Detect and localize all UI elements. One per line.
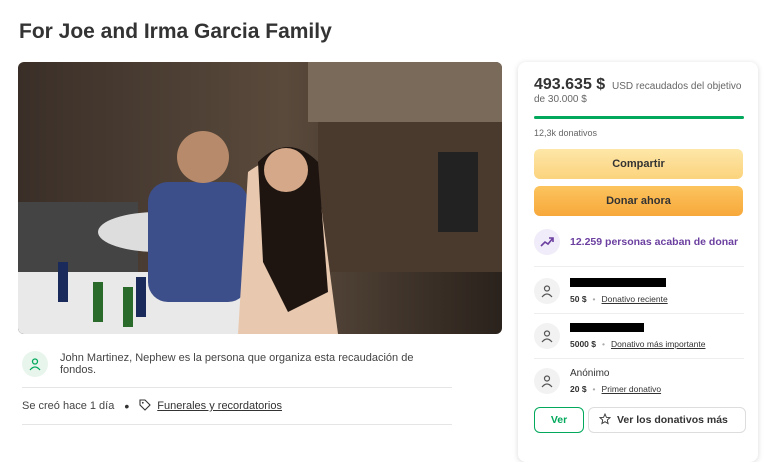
- donor-tag: Donativo reciente: [601, 294, 668, 304]
- donations-count: 12,3k donativos: [534, 128, 598, 138]
- donation-card: 493.635 $ USD recaudados del objetivo de…: [518, 62, 758, 462]
- divider: [534, 313, 744, 314]
- donor-avatar-icon: [534, 278, 560, 304]
- created-date: Se creó hace 1 día: [22, 400, 115, 412]
- donor-row: Anónimo 20 $ • Primer donativo: [534, 361, 746, 401]
- donor-amount: 50 $: [570, 294, 587, 304]
- donor-amount: 20 $: [570, 384, 587, 394]
- top-donations-label: Ver los donativos más: [617, 414, 728, 426]
- see-all-button[interactable]: Ver: [534, 407, 584, 433]
- recent-donations-text: 12.259 personas acaban de donar: [570, 236, 739, 248]
- donor-row: 5000 $ • Donativo más importante: [534, 316, 746, 356]
- top-donations-button[interactable]: Ver los donativos más: [588, 407, 746, 433]
- donor-amount: 5000 $: [570, 339, 596, 349]
- organizer-row: John Martinez, Nephew es la persona que …: [22, 349, 452, 388]
- meta-separator: •: [124, 398, 130, 414]
- divider: [534, 358, 744, 359]
- campaign-meta: Se creó hace 1 día • Funerales y recorda…: [22, 398, 452, 425]
- donor-avatar-icon: [534, 323, 560, 349]
- progress-fill: [534, 116, 744, 119]
- donor-avatar-icon: [534, 368, 560, 394]
- raised-summary: 493.635 $ USD recaudados del objetivo de…: [534, 76, 746, 106]
- star-icon: [598, 412, 612, 428]
- donor-tag: Donativo más importante: [610, 339, 706, 349]
- donate-button[interactable]: Donar ahora: [534, 186, 743, 216]
- redacted-name: [570, 278, 666, 287]
- share-button[interactable]: Compartir: [534, 149, 743, 179]
- tag-icon: [139, 398, 152, 414]
- donations-actions: Ver Ver los donativos más: [534, 407, 746, 433]
- campaign-title: For Joe and Irma Garcia Family: [19, 20, 332, 43]
- divider: [534, 266, 744, 267]
- organizer-avatar-icon: [22, 351, 48, 377]
- donor-name: [570, 278, 668, 290]
- donor-name: Anónimo: [570, 368, 610, 379]
- campaign-photo: [18, 62, 502, 334]
- donor-tag: Primer donativo: [601, 384, 662, 394]
- family-photo-image: [18, 62, 502, 334]
- donor-row: 50 $ • Donativo reciente: [534, 271, 746, 311]
- donor-name: [570, 323, 705, 335]
- redacted-name: [570, 323, 644, 332]
- trending-up-icon: [534, 229, 560, 255]
- category-link[interactable]: Funerales y recordatorios: [157, 400, 282, 412]
- recent-donations-banner[interactable]: 12.259 personas acaban de donar: [534, 228, 746, 256]
- progress-bar: [534, 116, 744, 119]
- organizer-text: John Martinez, Nephew es la persona que …: [60, 352, 414, 376]
- raised-amount: 493.635 $: [534, 76, 606, 93]
